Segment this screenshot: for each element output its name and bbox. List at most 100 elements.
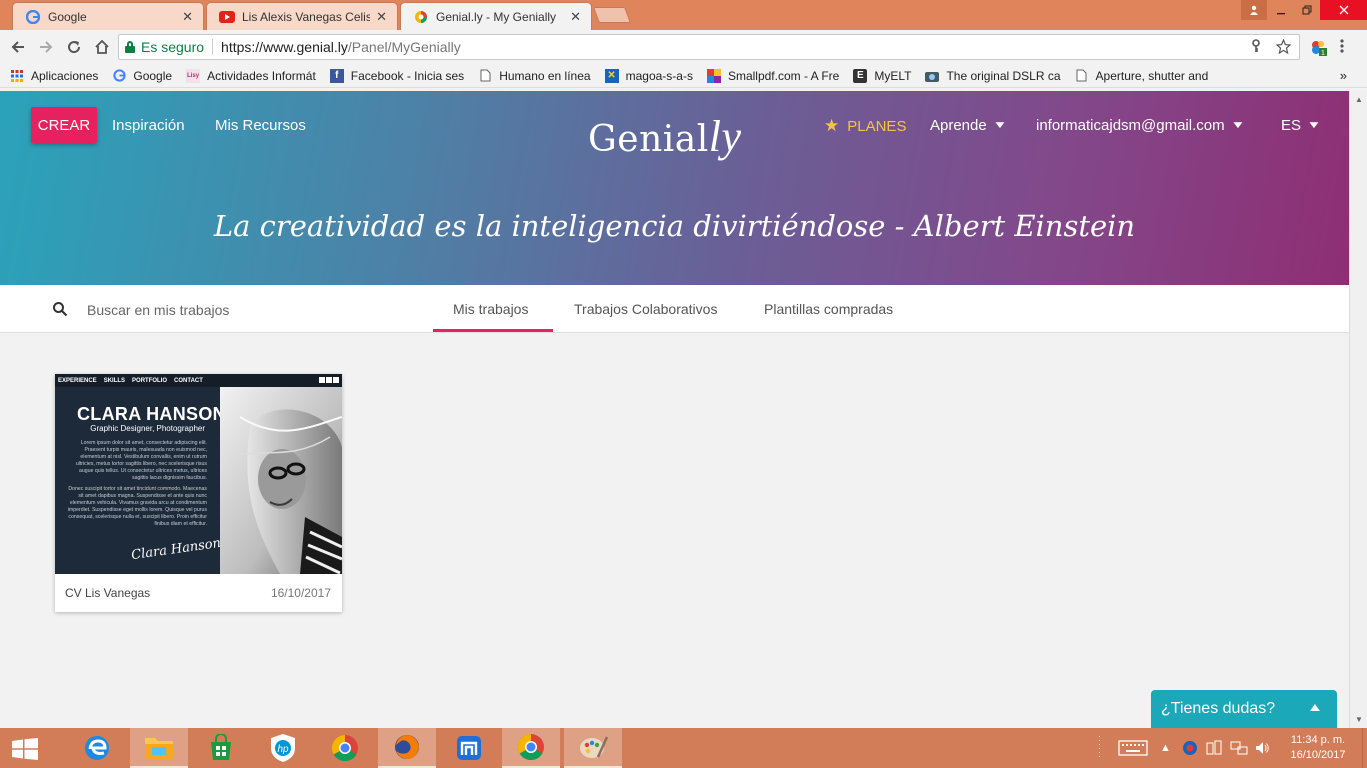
bookmark-myelt[interactable]: E MyELT	[853, 68, 911, 83]
antivirus-icon[interactable]	[1182, 728, 1198, 768]
secure-label: Es seguro	[141, 39, 205, 55]
bookmark-facebook[interactable]: f Facebook - Inicia ses	[329, 68, 464, 83]
bookmark-label: Actividades Informát	[207, 68, 316, 83]
chevron-down-icon: ▼	[1306, 120, 1322, 131]
url-path: /Panel/MyGenially	[347, 39, 461, 55]
reload-icon[interactable]	[63, 36, 85, 58]
forward-arrow-icon[interactable]	[35, 36, 57, 58]
bookmark-apps[interactable]: Aplicaciones	[10, 69, 98, 83]
paint-icon[interactable]	[564, 728, 622, 768]
minimize-icon[interactable]	[1268, 0, 1294, 20]
genially-logo[interactable]: Genially	[588, 111, 742, 162]
chrome-icon[interactable]	[502, 728, 560, 768]
chrome-icon[interactable]	[316, 728, 374, 768]
bookmark-label: Aplicaciones	[31, 68, 99, 83]
thumbnail-signature: Clara Hanson	[130, 535, 222, 564]
account-menu[interactable]: informaticajdsm@gmail.com ▼	[1036, 117, 1245, 134]
language-menu[interactable]: ES ▼	[1281, 117, 1322, 134]
back-arrow-icon[interactable]	[7, 36, 29, 58]
plans-label: PLANES	[847, 117, 907, 135]
browser-tab-genially[interactable]: Genial.ly - My Genially ✕	[400, 2, 592, 30]
logo-script: ly	[708, 112, 742, 161]
lock-icon	[125, 41, 135, 53]
bookmark-humano[interactable]: Humano en línea	[478, 69, 591, 83]
device-icon[interactable]	[1206, 728, 1222, 768]
work-thumbnail[interactable]: EXPERIENCE SKILLS PORTFOLIO CONTACT CLAR…	[55, 374, 342, 574]
address-bar[interactable]: Es seguro https://www.genial.ly/Panel/My…	[118, 34, 1300, 60]
more-bookmarks-icon[interactable]: »	[1340, 68, 1347, 83]
work-card[interactable]: EXPERIENCE SKILLS PORTFOLIO CONTACT CLAR…	[55, 374, 342, 612]
divider	[212, 39, 214, 55]
search-icon[interactable]	[52, 301, 68, 317]
chevron-down-icon: ▼	[992, 120, 1008, 131]
show-desktop-button[interactable]	[1362, 728, 1367, 768]
camera-icon	[925, 69, 940, 83]
close-icon[interactable]: ✕	[376, 9, 387, 25]
maxthon-icon[interactable]	[440, 728, 498, 768]
browser-tab-google[interactable]: Google ✕	[12, 2, 204, 30]
tray-expand-icon[interactable]: ▲	[1160, 728, 1171, 768]
thumbnail-nav-item: SKILLS	[103, 377, 126, 384]
my-resources-link[interactable]: Mis Recursos	[215, 117, 306, 134]
keyboard-icon[interactable]	[1118, 728, 1148, 768]
extension-icon[interactable]: 1	[1310, 39, 1327, 57]
bookmarks-bar: Aplicaciones Google Lisy Actividades Inf…	[0, 64, 1367, 88]
learn-menu[interactable]: Aprende ▼	[930, 117, 1008, 134]
bookmark-label: The original DSLR ca	[946, 68, 1061, 83]
bookmark-magoa[interactable]: ✕ magoa-s-a-s	[604, 68, 693, 83]
tab-collaborative-works[interactable]: Trabajos Colaborativos	[574, 301, 717, 317]
bookmark-aperture[interactable]: Aperture, shutter and	[1075, 69, 1208, 83]
inspiration-link[interactable]: Inspiración	[112, 117, 185, 134]
chevron-down-icon: ▼	[1230, 120, 1245, 131]
scroll-up-icon[interactable]: ▲	[1355, 95, 1363, 104]
bookmark-dslr[interactable]: The original DSLR ca	[925, 68, 1061, 83]
scroll-down-icon[interactable]: ▼	[1355, 715, 1363, 724]
thumbnail-nav-item: CONTACT	[174, 377, 203, 384]
page-scrollbar[interactable]: ▲ ▼	[1349, 91, 1367, 728]
file-explorer-icon[interactable]	[130, 728, 188, 768]
plans-link[interactable]: ★ PLANES	[824, 116, 906, 136]
facebook-icon: f	[329, 68, 344, 83]
bookmark-star-icon[interactable]	[1275, 38, 1292, 57]
smallpdf-icon	[706, 68, 721, 83]
network-icon[interactable]	[1230, 728, 1248, 768]
header-quote: La creatividad es la inteligencia divirt…	[213, 209, 1136, 243]
browser-tab-youtube[interactable]: Lis Alexis Vanegas Celis - ✕	[206, 2, 398, 30]
edge-icon[interactable]	[68, 728, 126, 768]
firefox-icon[interactable]	[378, 728, 436, 768]
bookmark-smallpdf[interactable]: Smallpdf.com - A Fre	[706, 68, 839, 83]
window-close-icon[interactable]	[1320, 0, 1367, 20]
new-tab-button[interactable]	[593, 7, 631, 23]
close-icon[interactable]: ✕	[182, 9, 193, 25]
system-clock[interactable]: 11:34 p. m. 16/10/2017	[1286, 733, 1350, 763]
portrait-photo	[220, 387, 342, 574]
volume-icon[interactable]	[1254, 728, 1270, 768]
create-button[interactable]: CREAR	[31, 107, 97, 143]
language-label: ES	[1281, 117, 1302, 134]
bookmark-actividades[interactable]: Lisy Actividades Informát	[186, 68, 316, 83]
hp-icon[interactable]: hp	[254, 728, 312, 768]
chevron-up-icon: ▲	[1306, 700, 1324, 714]
genially-header: CREAR Inspiración Mis Recursos Genially …	[0, 91, 1349, 285]
store-icon[interactable]	[192, 728, 250, 768]
star-icon: ★	[824, 116, 840, 135]
restore-icon[interactable]	[1294, 0, 1320, 20]
close-icon[interactable]: ✕	[570, 9, 581, 25]
key-icon[interactable]	[1250, 39, 1262, 57]
tab-my-works[interactable]: Mis trabajos	[453, 301, 528, 317]
windows-start-icon[interactable]	[12, 738, 38, 760]
bookmark-google[interactable]: Google	[112, 69, 172, 83]
home-icon[interactable]	[91, 36, 113, 58]
tab-title: Google	[48, 9, 87, 24]
profile-icon[interactable]	[1241, 0, 1267, 20]
works-tabs-bar: Mis trabajos Trabajos Colaborativos Plan…	[0, 285, 1349, 333]
search-input[interactable]	[87, 299, 337, 321]
thumbnail-nav-item: EXPERIENCE	[58, 377, 97, 384]
apps-grid-icon	[10, 69, 24, 83]
help-widget[interactable]: ¿Tienes dudas? ▲	[1151, 690, 1337, 728]
myelt-icon: E	[853, 68, 868, 83]
chrome-menu-icon[interactable]	[1340, 38, 1344, 59]
tab-purchased-templates[interactable]: Plantillas compradas	[764, 301, 893, 317]
page-icon	[478, 69, 492, 83]
svg-text:1: 1	[1321, 50, 1325, 57]
